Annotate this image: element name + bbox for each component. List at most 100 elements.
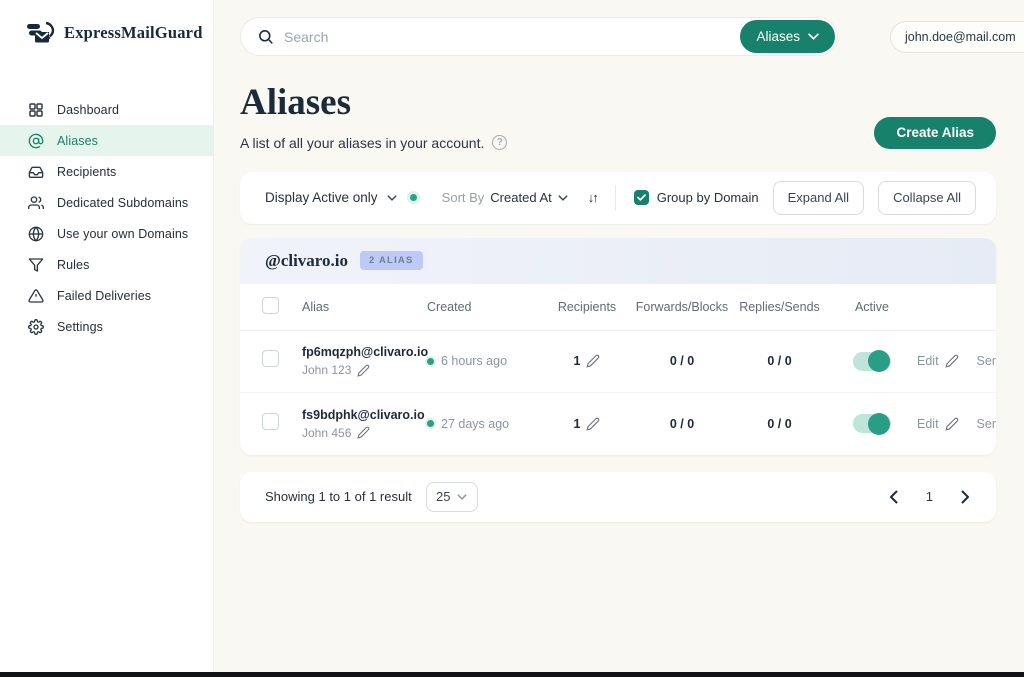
sidebar-item-dedicated-subdomains[interactable]: Dedicated Subdomains bbox=[0, 187, 213, 218]
warning-triangle-icon bbox=[27, 287, 44, 304]
chevron-down-icon bbox=[808, 33, 819, 40]
group-domain: @clivaro.io bbox=[265, 251, 348, 271]
gear-icon bbox=[27, 318, 44, 335]
edit-recipients-icon[interactable] bbox=[586, 417, 600, 431]
expand-all-button[interactable]: Expand All bbox=[773, 181, 864, 215]
edit-description-icon[interactable] bbox=[357, 364, 370, 377]
sidebar-item-aliases[interactable]: Aliases bbox=[0, 125, 213, 156]
sidebar-item-settings[interactable]: Settings bbox=[0, 311, 213, 342]
alias-address: fp6mqzph@clivaro.io bbox=[302, 345, 427, 359]
sidebar-item-dashboard[interactable]: Dashboard bbox=[0, 94, 213, 125]
recipients-count: 1 bbox=[574, 417, 581, 431]
checkbox-checked-icon bbox=[634, 190, 649, 205]
screen-edge-bar bbox=[0, 672, 1024, 677]
next-page-button[interactable] bbox=[959, 488, 972, 506]
send-from-alias-button[interactable]: Send bbox=[977, 417, 996, 431]
forwards-blocks-count: 0 / 0 bbox=[632, 354, 732, 368]
search-scope-label: Aliases bbox=[756, 29, 800, 44]
sort-by-label: Sort By bbox=[442, 190, 485, 205]
edit-label: Edit bbox=[917, 417, 939, 431]
filter-bar: Display Active only Sort By Created At ↓… bbox=[240, 172, 996, 224]
sidebar-item-failed-deliveries[interactable]: Failed Deliveries bbox=[0, 280, 213, 311]
page-size-select[interactable]: 25 bbox=[426, 482, 478, 512]
page-title: Aliases bbox=[240, 84, 507, 123]
sidebar-item-label: Dedicated Subdomains bbox=[57, 196, 188, 210]
send-from-alias-button[interactable]: Send bbox=[977, 354, 996, 368]
search-input[interactable] bbox=[284, 29, 664, 45]
account-email: john.doe@mail.com bbox=[905, 30, 1016, 44]
funnel-icon bbox=[27, 256, 44, 273]
alias-description: John 456 bbox=[302, 426, 351, 440]
search-scope-button[interactable]: Aliases bbox=[740, 20, 835, 53]
create-alias-button[interactable]: Create Alias bbox=[874, 117, 996, 149]
table-row: fp6mqzph@clivaro.io John 123 6 hours ago… bbox=[240, 331, 996, 393]
active-toggle[interactable] bbox=[853, 414, 891, 433]
column-header-forwards-blocks: Forwards/Blocks bbox=[632, 300, 732, 314]
edit-description-icon[interactable] bbox=[357, 426, 370, 439]
created-at: 6 hours ago bbox=[441, 354, 507, 368]
pencil-icon bbox=[945, 354, 959, 368]
edit-recipients-icon[interactable] bbox=[586, 354, 600, 368]
collapse-all-button[interactable]: Collapse All bbox=[878, 181, 976, 215]
edit-alias-button[interactable]: Edit bbox=[917, 417, 959, 431]
column-header-replies-sends: Replies/Sends bbox=[732, 300, 827, 314]
help-icon[interactable]: ? bbox=[492, 135, 507, 150]
search-icon bbox=[257, 28, 274, 45]
send-label: Send bbox=[977, 354, 996, 368]
main-content: Aliases john.doe@mail.com Aliases A list… bbox=[214, 0, 1024, 672]
replies-sends-count: 0 / 0 bbox=[732, 417, 827, 431]
edit-alias-button[interactable]: Edit bbox=[917, 354, 959, 368]
globe-icon bbox=[27, 225, 44, 242]
sidebar-item-label: Use your own Domains bbox=[57, 227, 188, 241]
brand-logo-icon bbox=[26, 20, 56, 46]
sidebar-item-label: Recipients bbox=[57, 165, 116, 179]
alias-address: fs9bdphk@clivaro.io bbox=[302, 408, 427, 422]
topbar: Aliases john.doe@mail.com bbox=[240, 17, 996, 56]
sidebar-nav: Dashboard Aliases Recipients Dedicated S… bbox=[0, 94, 213, 342]
active-status-dot bbox=[427, 358, 434, 365]
active-filter-dot bbox=[410, 194, 417, 201]
chevron-left-icon bbox=[889, 490, 898, 504]
edit-label: Edit bbox=[917, 354, 939, 368]
sidebar-item-recipients[interactable]: Recipients bbox=[0, 156, 213, 187]
sidebar-item-label: Dashboard bbox=[57, 103, 119, 117]
recipients-count: 1 bbox=[574, 354, 581, 368]
sidebar-item-rules[interactable]: Rules bbox=[0, 249, 213, 280]
pencil-icon bbox=[945, 417, 959, 431]
group-by-domain-label: Group by Domain bbox=[657, 190, 759, 205]
sidebar-item-label: Aliases bbox=[57, 134, 98, 148]
table-row: fs9bdphk@clivaro.io John 456 27 days ago… bbox=[240, 393, 996, 455]
brand-name: ExpressMailGuard bbox=[64, 23, 203, 43]
sort-direction-icon[interactable]: ↓↑ bbox=[588, 190, 597, 205]
page-size-value: 25 bbox=[436, 489, 450, 504]
account-menu-button[interactable]: john.doe@mail.com bbox=[890, 21, 1024, 53]
group-by-domain-checkbox[interactable]: Group by Domain bbox=[634, 190, 759, 205]
row-checkbox[interactable] bbox=[262, 350, 279, 367]
display-filter-dropdown[interactable]: Display Active only bbox=[265, 190, 417, 205]
active-status-dot bbox=[427, 420, 434, 427]
select-all-checkbox[interactable] bbox=[262, 297, 279, 314]
created-at: 27 days ago bbox=[441, 417, 509, 431]
alias-description: John 123 bbox=[302, 363, 351, 377]
domain-group-header[interactable]: @clivaro.io 2 ALIAS bbox=[240, 238, 996, 284]
sidebar: ExpressMailGuard Dashboard Aliases Recip… bbox=[0, 0, 214, 672]
page-subtitle: A list of all your aliases in your accou… bbox=[240, 135, 484, 151]
sort-by-dropdown[interactable]: Sort By Created At bbox=[442, 190, 568, 205]
forwards-blocks-count: 0 / 0 bbox=[632, 417, 732, 431]
previous-page-button[interactable] bbox=[887, 488, 900, 506]
table-header-row: Alias Created Recipients Forwards/Blocks… bbox=[240, 284, 996, 331]
sidebar-item-label: Failed Deliveries bbox=[57, 289, 151, 303]
sidebar-item-own-domains[interactable]: Use your own Domains bbox=[0, 218, 213, 249]
current-page-number[interactable]: 1 bbox=[926, 489, 933, 504]
sort-value: Created At bbox=[490, 190, 551, 205]
chevron-right-icon bbox=[961, 490, 970, 504]
at-sign-icon bbox=[27, 132, 44, 149]
column-header-alias: Alias bbox=[302, 300, 427, 314]
inbox-icon bbox=[27, 163, 44, 180]
column-header-created: Created bbox=[427, 300, 542, 314]
aliases-table: @clivaro.io 2 ALIAS Alias Created Recipi… bbox=[240, 238, 996, 455]
row-checkbox[interactable] bbox=[262, 413, 279, 430]
alias-count-badge: 2 ALIAS bbox=[360, 251, 422, 270]
display-filter-label: Display Active only bbox=[265, 190, 378, 205]
active-toggle[interactable] bbox=[853, 352, 891, 371]
